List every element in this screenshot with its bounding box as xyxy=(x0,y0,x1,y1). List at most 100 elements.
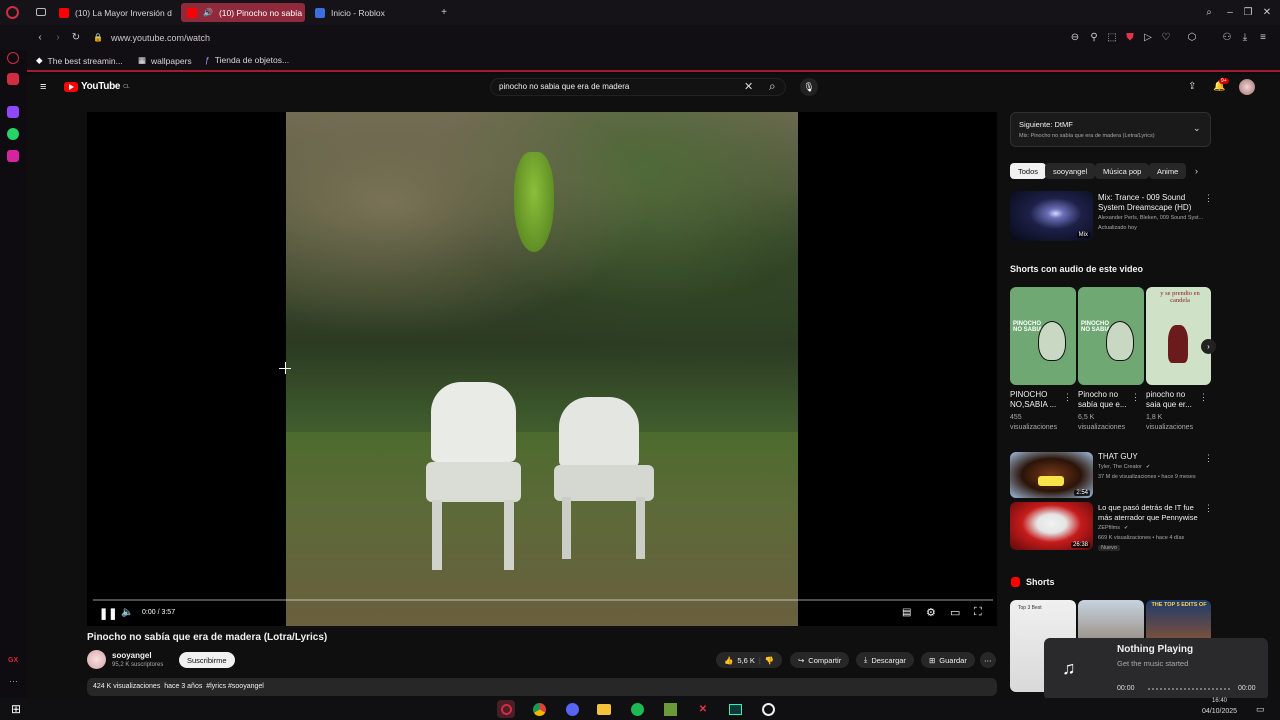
minimize-icon[interactable]: – xyxy=(1224,6,1236,18)
url-field[interactable]: www.youtube.com/watch xyxy=(111,33,210,43)
settings-gear-icon[interactable]: ⚙ xyxy=(926,606,936,619)
instagram-icon[interactable] xyxy=(7,150,19,162)
short-audio-thumb-1[interactable]: PINOCHO NO SABIA xyxy=(1010,287,1076,385)
upload-icon[interactable]: ⇪ xyxy=(1188,81,1196,92)
short-more-icon[interactable]: ⋮ xyxy=(1199,392,1208,403)
tab-manager-icon[interactable] xyxy=(36,8,46,16)
bookmark-wallpapers[interactable]: ▦ wallpapers xyxy=(138,55,192,66)
video-title-it[interactable]: Lo que pasó detrás de IT fue más aterrad… xyxy=(1098,503,1203,523)
short-audio-title-3[interactable]: pinocho no saia que er... xyxy=(1146,390,1200,410)
chip-anime[interactable]: Anime xyxy=(1149,163,1187,179)
video-channel[interactable]: Tyler, The Creator xyxy=(1098,464,1142,470)
reload-icon[interactable]: ↻ xyxy=(70,31,82,43)
search-tabs-icon[interactable]: ⌕ xyxy=(1203,6,1215,18)
clear-search-icon[interactable]: ✕ xyxy=(744,80,753,93)
short-more-icon[interactable]: ⋮ xyxy=(1063,392,1072,403)
search-box[interactable]: pinocho no sabia que era de madera ✕ ⌕ xyxy=(490,78,786,96)
bookmark-tienda[interactable]: ƒ Tienda de objetos... xyxy=(205,55,289,65)
maximize-icon[interactable]: ❐ xyxy=(1242,6,1254,18)
forward-icon[interactable]: › xyxy=(52,31,64,43)
video-thumb-that-guy[interactable]: 2:54 xyxy=(1010,452,1093,498)
chip-musica-pop[interactable]: Música pop xyxy=(1095,163,1150,179)
theater-mode-icon[interactable]: ▭ xyxy=(950,606,960,619)
chip-sooyangel[interactable]: sooyangel xyxy=(1045,163,1096,179)
chevron-down-icon[interactable]: ⌄ xyxy=(1193,123,1201,134)
terminal-taskbar-icon[interactable] xyxy=(726,700,744,718)
video-more-icon[interactable]: ⋮ xyxy=(1204,503,1213,514)
twitch-icon[interactable] xyxy=(7,106,19,118)
messenger-m-icon[interactable] xyxy=(7,73,19,85)
video-thumb-it[interactable]: 26:38 xyxy=(1010,502,1093,550)
tab-youtube-pinocho[interactable]: 🔊 (10) Pinocho no sabía xyxy=(181,3,305,22)
bookmark-streaming[interactable]: ◆ The best streamin... xyxy=(36,55,123,66)
short-audio-thumb-2[interactable]: PINOCHO NO SABIA xyxy=(1078,287,1144,385)
zoom-icon[interactable]: ⊖ xyxy=(1069,31,1081,43)
opera-gx-taskbar-icon[interactable] xyxy=(497,700,515,718)
play-icon[interactable]: ▷ xyxy=(1142,31,1154,43)
app-x-taskbar-icon[interactable]: ✕ xyxy=(694,700,712,718)
account-icon[interactable]: ⚇ xyxy=(1221,31,1233,43)
short-audio-thumb-3[interactable]: y se prendio en candela xyxy=(1146,287,1211,385)
more-icon[interactable]: ··· xyxy=(9,676,18,686)
channel-avatar[interactable] xyxy=(87,650,106,669)
hamburger-menu-icon[interactable]: ≡ xyxy=(40,81,46,93)
subscribe-button[interactable]: Suscribirme xyxy=(179,652,235,668)
minecraft-taskbar-icon[interactable] xyxy=(661,700,679,718)
tab-youtube-inversion[interactable]: (10) La Mayor Inversión d xyxy=(53,3,175,22)
search-icon[interactable]: ⌕ xyxy=(769,79,776,94)
opera-logo-icon[interactable] xyxy=(6,6,19,19)
file-explorer-icon[interactable] xyxy=(595,700,613,718)
notification-center-icon[interactable]: ▭ xyxy=(1256,704,1265,715)
whatsapp-icon[interactable] xyxy=(7,128,19,140)
progress-bar[interactable] xyxy=(93,599,993,601)
channel-name[interactable]: sooyangel xyxy=(112,651,152,660)
spotify-taskbar-icon[interactable] xyxy=(628,700,646,718)
short-audio-title-1[interactable]: PINOCHO NO,SABIA ... xyxy=(1010,390,1064,410)
chrome-taskbar-icon[interactable] xyxy=(530,700,548,718)
thumbs-down-icon[interactable]: 👎 xyxy=(765,656,774,665)
more-actions-button[interactable]: ⋯ xyxy=(980,652,996,668)
like-button[interactable]: 👍 5,6 K | 👎 xyxy=(716,652,783,668)
close-window-icon[interactable]: ✕ xyxy=(1261,6,1273,18)
speaker-icon[interactable]: 🔊 xyxy=(203,8,213,17)
description-box[interactable]: 424 K visualizaciones hace 3 años #lyric… xyxy=(87,678,997,696)
download-button[interactable]: ⤓ Descargar xyxy=(856,652,914,668)
mix-title[interactable]: Mix: Trance - 009 Sound System Dreamscap… xyxy=(1098,193,1203,213)
video-title-that-guy[interactable]: THAT GUY xyxy=(1098,452,1198,462)
windows-start-icon[interactable]: ⊞ xyxy=(7,700,25,718)
pause-button[interactable]: ❚❚ xyxy=(99,607,117,620)
gx-label[interactable]: GX xyxy=(8,657,18,664)
snapshot-icon[interactable]: ⬚ xyxy=(1106,31,1118,43)
video-more-icon[interactable]: ⋮ xyxy=(1204,453,1213,464)
share-button[interactable]: ↪ Compartir xyxy=(790,652,850,668)
short-more-icon[interactable]: ⋮ xyxy=(1131,392,1140,403)
now-playing-widget[interactable]: ♫ Nothing Playing Get the music started … xyxy=(1044,638,1268,700)
search-input[interactable]: pinocho no sabia que era de madera xyxy=(499,82,629,91)
chips-next-icon[interactable]: › xyxy=(1195,166,1198,176)
menu-icon[interactable]: ≡ xyxy=(1257,31,1269,43)
mix-thumbnail[interactable]: Mix xyxy=(1010,191,1093,241)
save-button[interactable]: ⊞ Guardar xyxy=(921,652,975,668)
download-icon[interactable]: ⤓ xyxy=(1239,31,1251,43)
new-tab-icon[interactable]: + xyxy=(438,6,450,18)
aria-icon[interactable] xyxy=(7,52,19,64)
mix-more-icon[interactable]: ⋮ xyxy=(1204,193,1213,204)
app-a-taskbar-icon[interactable] xyxy=(759,700,777,718)
extensions-icon[interactable]: ⬡ xyxy=(1186,31,1198,43)
chip-todos[interactable]: Todos xyxy=(1010,163,1047,179)
back-icon[interactable]: ‹ xyxy=(34,31,46,43)
up-next-box[interactable]: Siguiente: DtMF Mix: Pinocho no sabía qu… xyxy=(1010,112,1211,147)
video-frame[interactable] xyxy=(286,112,798,626)
fullscreen-icon[interactable]: ⛶ xyxy=(974,606,982,619)
discord-taskbar-icon[interactable] xyxy=(563,700,581,718)
voice-search-icon[interactable]: 🎙 xyxy=(800,78,818,96)
now-playing-progress[interactable] xyxy=(1148,688,1230,691)
pin-icon[interactable]: ⚲ xyxy=(1088,31,1100,43)
shield-icon[interactable]: ⛊ xyxy=(1124,31,1136,43)
video-channel[interactable]: ZEPfilms xyxy=(1098,525,1120,531)
clock-date[interactable]: 04/10/2025 xyxy=(1202,708,1237,715)
subtitles-icon[interactable]: ▤ xyxy=(902,607,911,618)
youtube-logo[interactable]: YouTube CL xyxy=(64,81,130,92)
clock-time[interactable]: 16:40 xyxy=(1212,698,1227,704)
short-audio-title-2[interactable]: Pinocho no sabía que e... xyxy=(1078,390,1132,410)
